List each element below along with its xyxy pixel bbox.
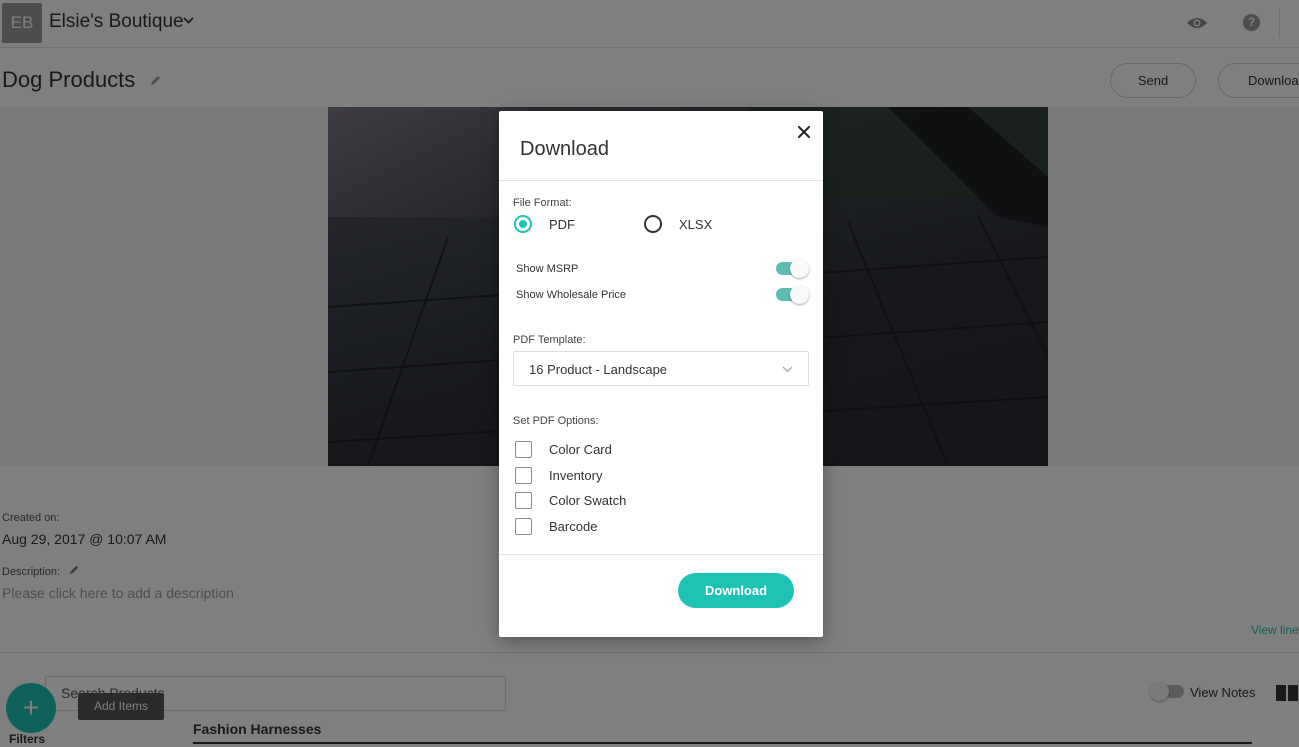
checkbox-color-card-label: Color Card — [549, 442, 612, 457]
download-modal: Download File Format: PDF XLSX Show MSRP… — [499, 111, 823, 637]
show-wholesale-label: Show Wholesale Price — [516, 289, 627, 301]
file-format-label: File Format: — [513, 197, 572, 209]
checkbox-color-swatch[interactable] — [515, 492, 532, 509]
show-wholesale-toggle[interactable] — [776, 285, 809, 304]
checkbox-barcode[interactable] — [515, 518, 532, 535]
radio-xlsx-label: XLSX — [679, 217, 713, 232]
close-icon[interactable] — [795, 123, 813, 141]
show-msrp-toggle[interactable] — [776, 259, 809, 278]
radio-pdf-label: PDF — [549, 217, 575, 232]
checkbox-color-card[interactable] — [515, 441, 532, 458]
show-msrp-label: Show MSRP — [516, 263, 579, 275]
pdf-template-select[interactable]: 16 Product - Landscape — [513, 351, 809, 386]
checkbox-color-swatch-label: Color Swatch — [549, 493, 627, 508]
checkbox-inventory[interactable] — [515, 467, 532, 484]
checkbox-barcode-label: Barcode — [549, 519, 598, 534]
pdf-template-value: 16 Product - Landscape — [529, 362, 668, 377]
pdf-template-label: PDF Template: — [513, 334, 586, 346]
modal-title: Download — [520, 138, 609, 160]
pdf-options-label: Set PDF Options: — [513, 415, 599, 427]
checkbox-inventory-label: Inventory — [549, 468, 603, 483]
radio-pdf[interactable] — [514, 215, 532, 233]
modal-header-divider — [499, 180, 823, 181]
modal-footer-divider — [499, 554, 823, 555]
radio-xlsx[interactable] — [644, 215, 662, 233]
chevron-down-icon — [782, 366, 793, 373]
modal-download-button[interactable]: Download — [678, 573, 794, 608]
